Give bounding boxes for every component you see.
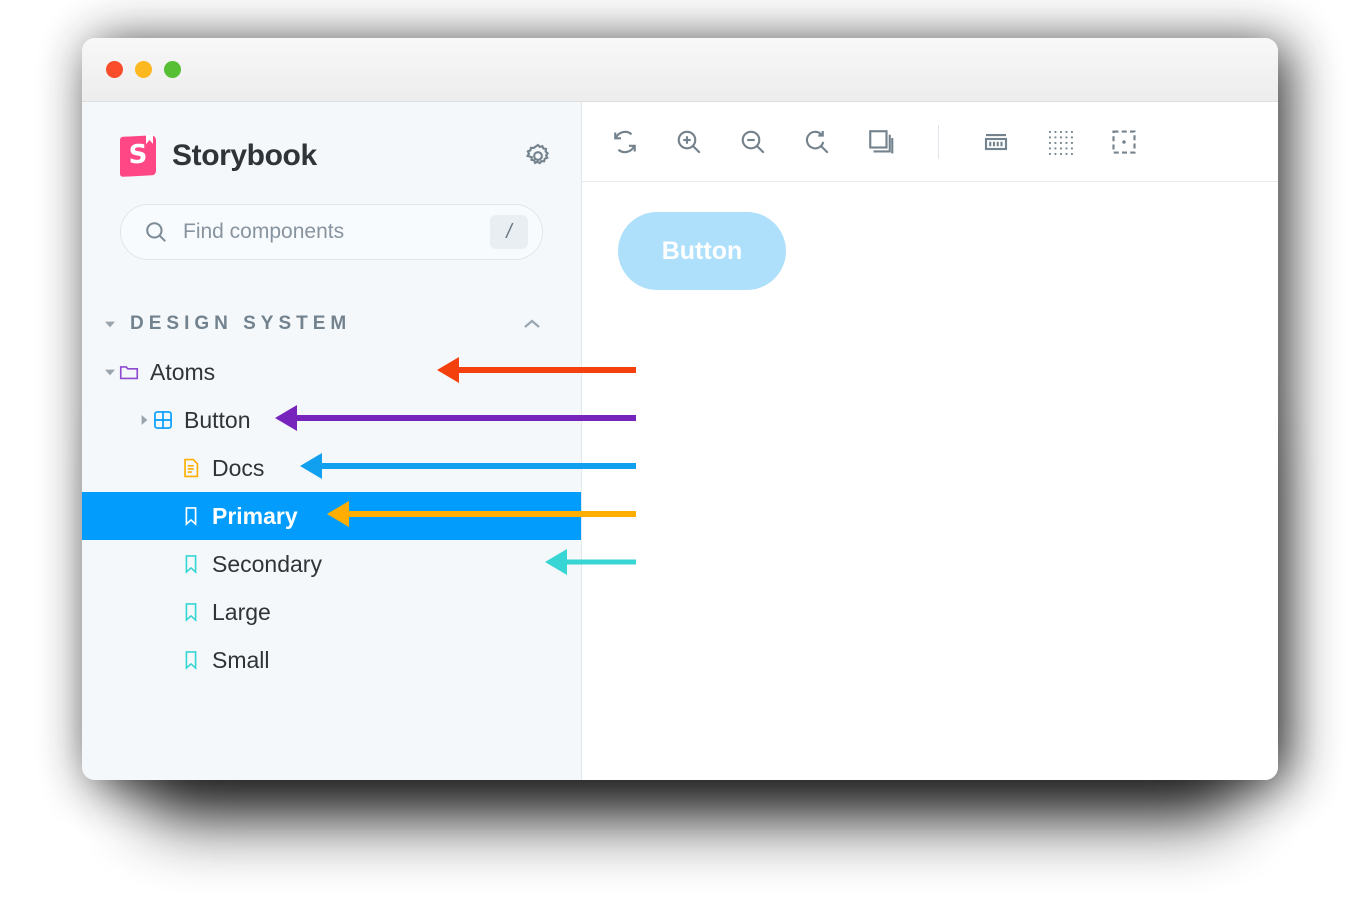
tree-item-small[interactable]: Small <box>82 636 581 684</box>
tree-item-atoms[interactable]: Atoms <box>82 348 581 396</box>
chevron-right-icon[interactable] <box>136 412 152 428</box>
outline-icon[interactable] <box>1105 123 1143 161</box>
storybook-app-window: S Storybook Find components / DESIGN SYS… <box>82 38 1278 780</box>
reload-icon[interactable] <box>606 123 644 161</box>
document-icon <box>180 457 202 479</box>
chevron-down-icon[interactable] <box>102 364 118 380</box>
search-box[interactable]: / <box>120 204 543 260</box>
chevron-up-icon[interactable] <box>522 317 542 331</box>
brand-row: S Storybook <box>82 102 581 177</box>
backgrounds-icon[interactable] <box>862 123 900 161</box>
search-icon <box>143 219 169 245</box>
tree-item-button[interactable]: Button <box>82 396 581 444</box>
window-maximize-button[interactable] <box>164 61 181 78</box>
zoom-out-icon[interactable] <box>734 123 772 161</box>
tree-item-secondary[interactable]: Secondary <box>82 540 581 588</box>
tree-item-design-system[interactable]: DESIGN SYSTEM <box>82 300 581 348</box>
brand-title: Storybook <box>172 139 317 172</box>
component-grid-icon <box>152 409 174 431</box>
search-wrapper: / <box>82 176 581 260</box>
bookmark-icon <box>180 505 202 527</box>
tree-item-label: Secondary <box>212 550 322 577</box>
tree-item-label: Docs <box>212 454 265 481</box>
gear-icon[interactable] <box>523 141 553 171</box>
grid-icon[interactable] <box>1041 123 1079 161</box>
zoom-in-icon[interactable] <box>670 123 708 161</box>
logo-letter: S <box>128 139 148 171</box>
demo-button[interactable]: Button <box>618 212 786 290</box>
bookmark-icon <box>180 553 202 575</box>
bookmark-icon <box>180 601 202 623</box>
preview-pane: Button <box>582 102 1278 780</box>
tree-item-label: Primary <box>212 502 298 529</box>
window-body: S Storybook Find components / DESIGN SYS… <box>82 102 1278 780</box>
storybook-logo-icon[interactable]: S <box>120 136 156 177</box>
folder-icon <box>118 361 140 383</box>
tree-item-label: Large <box>212 598 271 625</box>
preview-toolbar <box>582 102 1278 182</box>
bookmark-icon <box>180 649 202 671</box>
preview-canvas: Button <box>582 182 1278 780</box>
chevron-down-icon[interactable] <box>102 316 118 332</box>
zoom-reset-icon[interactable] <box>798 123 836 161</box>
measure-icon[interactable] <box>977 123 1015 161</box>
tree-item-large[interactable]: Large <box>82 588 581 636</box>
sidebar: S Storybook Find components / DESIGN SYS… <box>82 102 582 780</box>
component-tree: DESIGN SYSTEM Atoms Button Docs Primary … <box>82 300 581 684</box>
search-input[interactable] <box>169 220 490 244</box>
tree-item-label: DESIGN SYSTEM <box>130 313 352 334</box>
window-title-bar <box>82 38 1278 102</box>
window-minimize-button[interactable] <box>135 61 152 78</box>
tree-item-label: Button <box>184 406 251 433</box>
tree-item-label: Small <box>212 646 270 673</box>
tree-item-label: Atoms <box>150 358 216 385</box>
search-shortcut-badge: / <box>490 215 528 249</box>
toolbar-separator <box>938 124 939 159</box>
window-close-button[interactable] <box>106 61 123 78</box>
tree-item-docs[interactable]: Docs <box>82 444 581 492</box>
tree-item-primary[interactable]: Primary <box>82 492 581 540</box>
